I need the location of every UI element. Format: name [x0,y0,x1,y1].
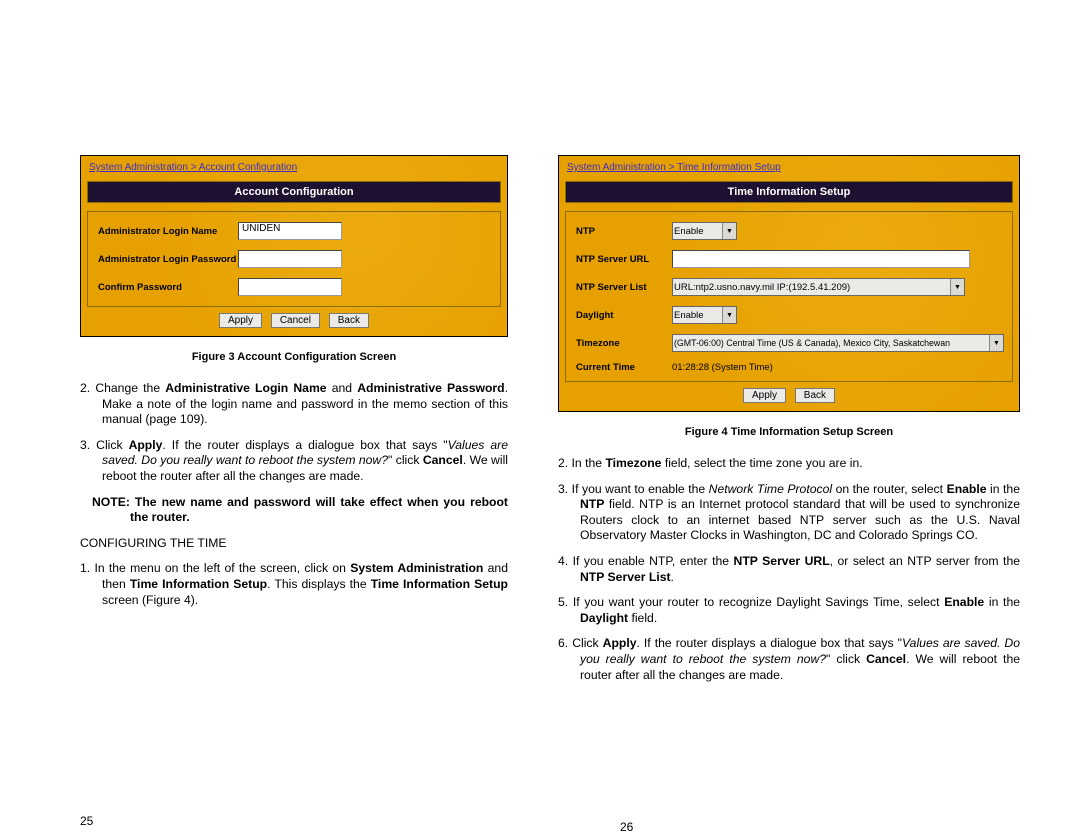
login-password-label: Administrator Login Password [98,254,238,265]
ntp-label: NTP [576,226,672,237]
panel-title: Account Configuration [87,181,501,203]
ntp-list-select[interactable]: URL:ntp2.usno.navy.mil IP:(192.5.41.209)… [672,278,965,296]
daylight-label: Daylight [576,310,672,321]
form-area: NTP Enable▼ NTP Server URL NTP Server Li… [565,211,1013,382]
login-name-label: Administrator Login Name [98,226,238,237]
confirm-password-label: Confirm Password [98,282,238,293]
page-number: 26 [620,820,633,834]
body-text: 2. Change the Administrative Login Name … [80,381,508,608]
current-time-value: 01:28:28 (System Time) [672,362,773,373]
account-config-screenshot: System Administration > Account Configur… [80,155,508,337]
chevron-down-icon: ▼ [950,279,964,295]
ntp-url-input[interactable] [672,250,970,268]
login-password-input[interactable] [238,250,342,268]
current-time-label: Current Time [576,362,672,373]
page-number: 25 [80,814,93,828]
chevron-down-icon: ▼ [722,223,736,239]
form-area: Administrator Login Name UNIDEN Administ… [87,211,501,307]
page-25: System Administration > Account Configur… [80,155,508,618]
ntp-select[interactable]: Enable▼ [672,222,737,240]
figure-3-caption: Figure 3 Account Configuration Screen [80,351,508,363]
timezone-label: Timezone [576,338,672,349]
apply-button[interactable]: Apply [219,313,262,328]
section-heading: CONFIGURING THE TIME [80,536,508,552]
breadcrumb[interactable]: System Administration > Time Information… [567,162,1015,173]
chevron-down-icon: ▼ [989,335,1003,351]
figure-4-caption: Figure 4 Time Information Setup Screen [558,426,1020,438]
time-info-screenshot: System Administration > Time Information… [558,155,1020,412]
timezone-select[interactable]: (GMT-06:00) Central Time (US & Canada), … [672,334,1004,352]
login-name-input[interactable]: UNIDEN [238,222,342,240]
body-text: 2. In the Timezone field, select the tim… [558,456,1020,683]
panel-title: Time Information Setup [565,181,1013,203]
daylight-select[interactable]: Enable▼ [672,306,737,324]
page-26: System Administration > Time Information… [558,155,1020,693]
chevron-down-icon: ▼ [722,307,736,323]
cancel-button[interactable]: Cancel [271,313,320,328]
back-button[interactable]: Back [329,313,369,328]
ntp-url-label: NTP Server URL [576,254,672,265]
note: NOTE: The new name and password will tak… [80,495,508,526]
confirm-password-input[interactable] [238,278,342,296]
apply-button[interactable]: Apply [743,388,786,403]
breadcrumb[interactable]: System Administration > Account Configur… [89,162,503,173]
back-button[interactable]: Back [795,388,835,403]
ntp-list-label: NTP Server List [576,282,672,293]
